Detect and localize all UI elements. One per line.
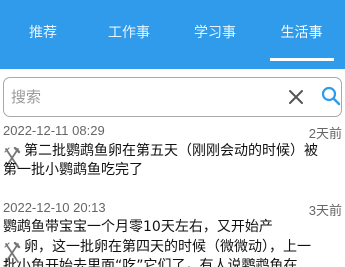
item-text-line: 第一批小鹦鹉鱼吃完了 (3, 162, 143, 178)
active-tab-indicator (270, 58, 334, 61)
item-text-line: 卵，这一批卵在第四天的时候（微微动），上一 (24, 239, 311, 255)
top-tab-bar: 推荐 工作事 学习事 生活事 (0, 0, 345, 69)
close-icon[interactable] (287, 88, 305, 106)
search-input[interactable] (11, 83, 271, 111)
item-date: 2022-12-11 08:29 (3, 123, 105, 138)
tab-study[interactable]: 学习事 (172, 22, 258, 44)
item-relative-time: 3天前 (308, 203, 342, 218)
search-icon[interactable] (321, 86, 341, 106)
item-text-line: 鹦鹉鱼带宝宝一个月零10天左右，又开始产 (3, 219, 273, 235)
item-relative-time: 2天前 (308, 126, 342, 141)
item-text-line: 第二批鹦鹉鱼卵在第五天（刚刚会动的时候）被 (24, 143, 318, 159)
item-text-line: 批小鱼开始去里面“吃”它们了，有人说鹦鹉鱼在 (3, 258, 298, 267)
tab-work[interactable]: 工作事 (86, 22, 172, 44)
tab-life[interactable]: 生活事 (258, 22, 345, 44)
item-date: 2022-12-10 20:13 (3, 200, 106, 215)
tab-recommend[interactable]: 推荐 (0, 22, 86, 44)
search-bar (3, 77, 342, 117)
